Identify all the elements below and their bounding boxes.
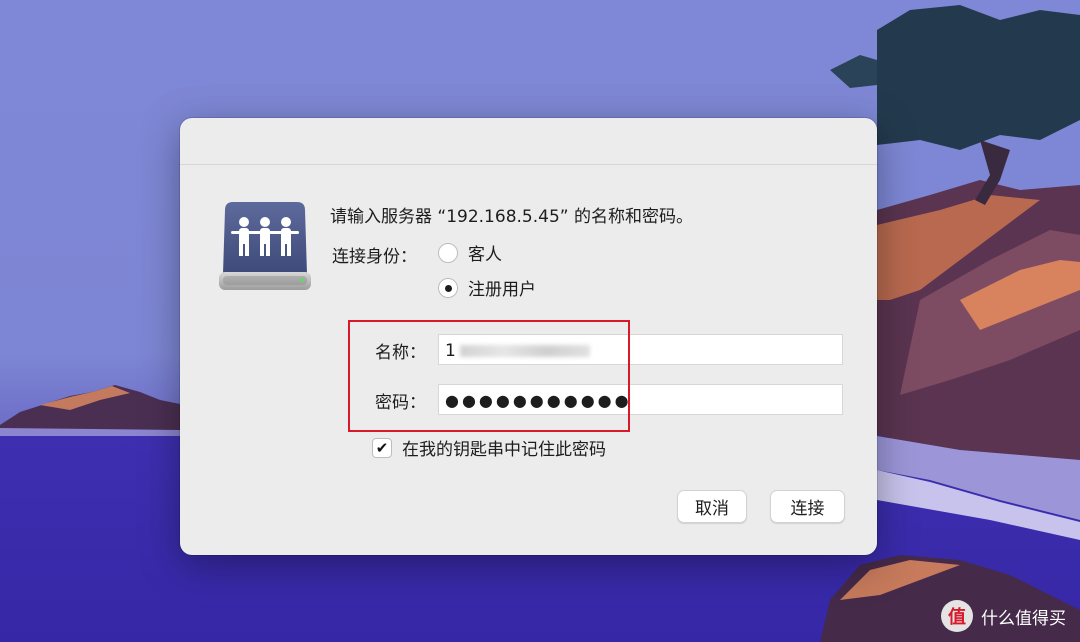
remember-password-option[interactable]: ✔ 在我的钥匙串中记住此密码 [372, 435, 606, 460]
watermark-text: 什么值得买 [981, 608, 1066, 629]
checkmark-icon: ✔ [375, 438, 389, 457]
radio-registered-user-label: 注册用户 [468, 280, 536, 300]
watermark-logo: 值 [941, 600, 973, 632]
radio-guest-label: 客人 [468, 245, 502, 265]
server-login-dialog: 请输入服务器 “192.168.5.45” 的名称和密码。 连接身份： 客人 注… [180, 118, 877, 555]
server-prompt-text: 请输入服务器 “192.168.5.45” 的名称和密码。 [330, 207, 693, 227]
radio-button-registered-user[interactable] [438, 277, 458, 298]
shared-server-icon [219, 202, 311, 290]
radio-button-guest[interactable] [438, 242, 458, 263]
connect-button[interactable]: 连接 [770, 490, 845, 523]
radio-guest[interactable]: 客人 [438, 240, 502, 265]
connect-as-label: 连接身份： [332, 247, 417, 267]
site-watermark: 值 什么值得买 [941, 600, 1066, 632]
red-highlight-box [348, 320, 630, 432]
cancel-button[interactable]: 取消 [677, 490, 747, 523]
remember-checkbox[interactable]: ✔ [372, 437, 392, 458]
remember-password-label: 在我的钥匙串中记住此密码 [402, 440, 606, 460]
radio-registered-user[interactable]: 注册用户 [438, 275, 536, 300]
dialog-titlebar [180, 118, 877, 165]
